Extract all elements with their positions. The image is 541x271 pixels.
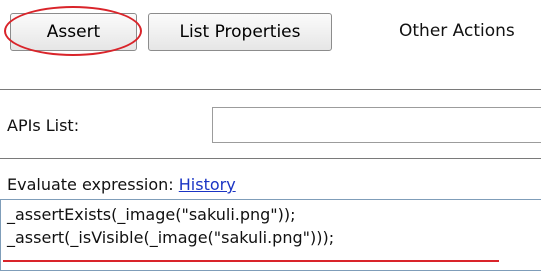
- apis-list-input[interactable]: [212, 107, 541, 143]
- evaluate-expression-row: Evaluate expression: History: [7, 175, 236, 194]
- history-link[interactable]: History: [179, 175, 236, 194]
- other-actions-label[interactable]: Other Actions: [399, 21, 541, 41]
- list-properties-button[interactable]: List Properties: [148, 13, 332, 51]
- apis-list-label: APIs List:: [7, 116, 80, 135]
- evaluate-expression-label: Evaluate expression:: [7, 175, 174, 194]
- divider-top: [0, 89, 541, 90]
- divider-bottom: [0, 158, 541, 159]
- assert-button[interactable]: Assert: [10, 13, 137, 51]
- code-line: _assertExists(_image("sakuli.png"));: [7, 205, 296, 224]
- expression-textarea[interactable]: _assertExists(_image("sakuli.png")); _ass…: [0, 199, 541, 271]
- code-line: _assert(_isVisible(_image("sakuli.png"))…: [7, 228, 335, 247]
